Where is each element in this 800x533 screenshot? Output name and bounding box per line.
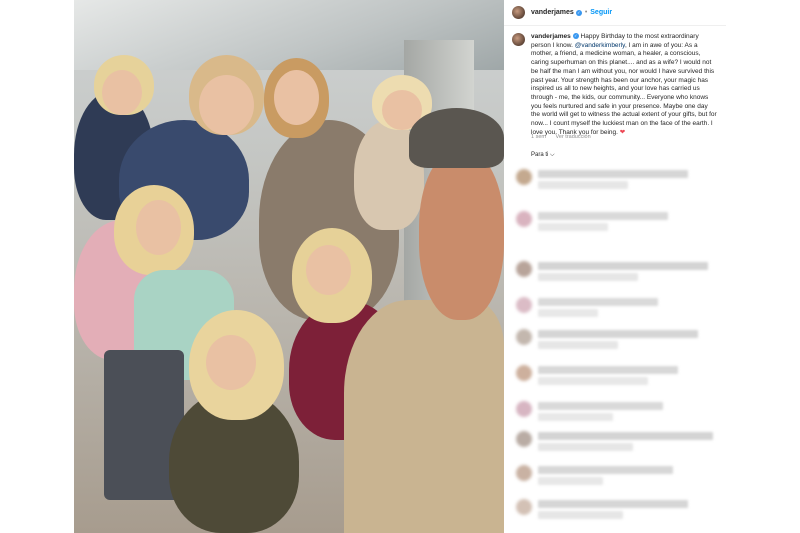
- heart-emoji: ❤: [619, 128, 626, 136]
- verified-badge-icon: ✓: [575, 9, 582, 16]
- post-header: vanderjames ✓ • Seguir: [504, 0, 726, 26]
- comment-blur: [538, 477, 603, 485]
- comment-avatar[interactable]: [516, 211, 532, 227]
- comment-row: [512, 496, 726, 522]
- comment-blur: [538, 402, 663, 410]
- comment-blur: [538, 170, 688, 178]
- comment-blur: [538, 223, 608, 231]
- author-username[interactable]: vanderjames: [531, 9, 574, 16]
- comment-blur: [538, 366, 678, 374]
- comment-row: [512, 398, 726, 424]
- comment-avatar[interactable]: [516, 465, 532, 481]
- girl-sweater-face: [206, 335, 256, 390]
- header-separator: •: [584, 9, 588, 16]
- caption-time[interactable]: 1 sem: [531, 134, 546, 140]
- caption-username[interactable]: vanderjames: [531, 33, 571, 40]
- comment-row: [512, 258, 726, 284]
- comment-blur: [538, 341, 618, 349]
- comment-blur: [538, 466, 673, 474]
- caption-part2: , I am in awe of you: As a mother, a fri…: [531, 41, 717, 136]
- comment-avatar[interactable]: [516, 401, 532, 417]
- comment-row: [512, 462, 726, 488]
- comment-avatar[interactable]: [516, 169, 532, 185]
- comment-row: [512, 428, 726, 454]
- comment-avatar[interactable]: [516, 365, 532, 381]
- comment-blur: [538, 181, 628, 189]
- caption-text: vanderjames ✓ Happy Birthday to the most …: [531, 33, 717, 137]
- comment-blur: [538, 443, 633, 451]
- caption-meta: 1 sem Ver traducción: [531, 134, 599, 140]
- comment-avatar[interactable]: [516, 499, 532, 515]
- follow-button[interactable]: Seguir: [590, 9, 612, 16]
- author-avatar[interactable]: [512, 6, 525, 19]
- man-figure: [344, 300, 504, 533]
- man-face: [419, 150, 504, 320]
- see-translation-link[interactable]: Ver traducción: [556, 134, 591, 140]
- man-cap: [409, 108, 504, 168]
- comment-row: [512, 166, 726, 192]
- girl-maroon-face: [306, 245, 351, 295]
- comment-avatar[interactable]: [516, 431, 532, 447]
- comments-sort-dropdown[interactable]: Para ti ⌵: [531, 152, 555, 159]
- comment-blur: [538, 413, 613, 421]
- comment-row: [512, 326, 726, 352]
- caption-mention-link[interactable]: @vanderkimberly: [575, 42, 625, 49]
- comment-avatar[interactable]: [516, 261, 532, 277]
- comment-blur: [538, 298, 658, 306]
- comment-blur: [538, 500, 688, 508]
- girl-pink-face: [136, 200, 181, 255]
- comment-blur: [538, 273, 638, 281]
- caption: vanderjames ✓ Happy Birthday to the most …: [512, 33, 720, 137]
- child-face: [102, 70, 142, 115]
- comment-blur: [538, 262, 708, 270]
- comment-row: [512, 362, 726, 388]
- caption-avatar[interactable]: [512, 33, 525, 46]
- comment-blur: [538, 377, 648, 385]
- comment-blur: [538, 330, 698, 338]
- comment-blur: [538, 432, 713, 440]
- comment-blur: [538, 309, 598, 317]
- teen-face: [199, 75, 254, 135]
- post-photo[interactable]: [74, 0, 504, 533]
- comments-list[interactable]: [512, 166, 726, 533]
- woman-face: [274, 70, 319, 125]
- comment-blur: [538, 212, 668, 220]
- post-side-panel: vanderjames ✓ • Seguir vanderjames ✓ Happ…: [504, 0, 726, 533]
- comment-avatar[interactable]: [516, 329, 532, 345]
- comment-row: [512, 294, 726, 320]
- comment-row: [512, 208, 726, 234]
- comment-blur: [538, 511, 623, 519]
- comment-avatar[interactable]: [516, 297, 532, 313]
